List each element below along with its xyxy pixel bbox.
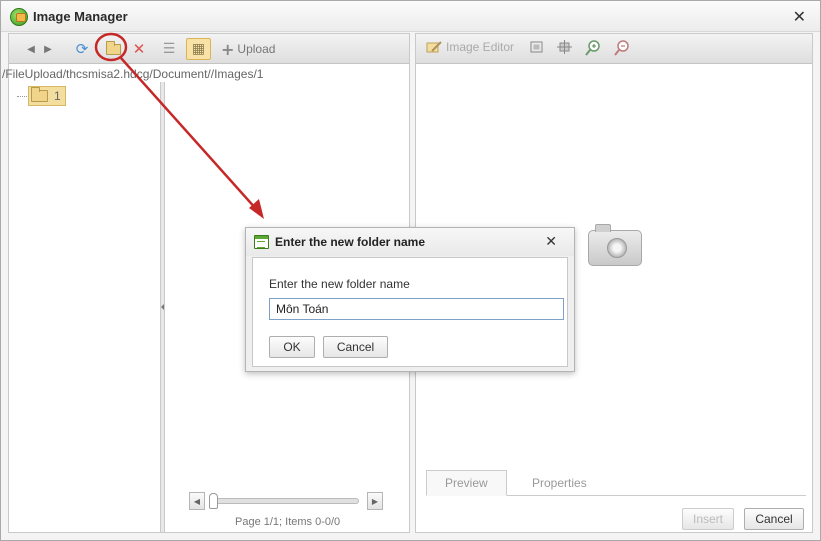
window-title: Image Manager — [33, 9, 128, 24]
upload-label: Upload — [237, 42, 276, 56]
folder-tree: 1 — [9, 82, 160, 532]
actual-size-button[interactable] — [557, 40, 572, 54]
collapse-arrow-icon[interactable] — [161, 304, 164, 310]
close-window-button[interactable]: ✕ — [793, 7, 806, 26]
plus-icon: + — [221, 39, 235, 59]
preview-toolbar: Image Editor — [416, 34, 812, 64]
dialog-cancel-button[interactable]: Cancel — [323, 336, 388, 358]
actual-size-icon — [557, 40, 572, 54]
folder-name-input[interactable] — [269, 298, 564, 320]
back-button[interactable]: ◀ — [25, 38, 37, 60]
delete-button[interactable]: ✕ — [131, 38, 147, 60]
insert-button[interactable]: Insert — [682, 508, 734, 530]
preview-tabs: Preview Properties — [426, 469, 806, 496]
zoom-in-button[interactable] — [585, 40, 601, 56]
pager-thumb[interactable] — [209, 493, 218, 509]
tree-folder-item[interactable]: 1 — [17, 86, 66, 106]
pane-splitter[interactable] — [160, 82, 165, 532]
image-editor-label: Image Editor — [446, 40, 515, 54]
tab-properties[interactable]: Properties — [514, 470, 605, 496]
camera-placeholder-icon — [588, 224, 642, 266]
new-folder-button[interactable] — [103, 38, 123, 60]
dialog-form-icon — [254, 235, 269, 249]
tree-folder-label: 1 — [54, 89, 61, 103]
new-folder-dialog: Enter the new folder name ✕ Enter the ne… — [245, 227, 575, 372]
list-view-button[interactable]: ☰ — [160, 38, 178, 60]
forward-button[interactable]: ▶ — [42, 38, 54, 60]
image-editor-button[interactable]: Image Editor — [426, 40, 514, 54]
chevron-left-icon: ◀ — [193, 496, 201, 506]
fit-icon — [530, 41, 543, 53]
folder-icon — [31, 87, 48, 102]
zoom-out-button[interactable] — [614, 40, 630, 56]
dialog-close-button[interactable]: ✕ — [545, 234, 557, 250]
editor-icon — [426, 40, 442, 52]
delete-icon: ✕ — [132, 40, 146, 58]
pager-track[interactable] — [209, 498, 359, 504]
dialog-title: Enter the new folder name — [275, 235, 426, 249]
list-view-icon: ☰ — [162, 41, 176, 57]
zoom-out-icon — [614, 40, 629, 56]
thumbnail-view-button[interactable]: ▦ — [186, 38, 211, 60]
page-info: Page 1/1; Items 0-0/0 — [235, 516, 341, 528]
refresh-icon: ⟳ — [75, 40, 89, 58]
folder-name-label: Enter the new folder name — [269, 277, 410, 291]
fit-button[interactable] — [529, 40, 544, 54]
dialog-title-bar: Enter the new folder name ✕ — [246, 228, 574, 256]
chevron-right-icon: ▶ — [371, 496, 379, 506]
arrow-left-icon: ◀ — [27, 43, 35, 55]
thumbnail-view-icon: ▦ — [191, 41, 206, 57]
pager-next-button[interactable]: ▶ — [367, 492, 383, 510]
new-folder-icon — [105, 40, 121, 55]
app-icon — [10, 8, 28, 26]
arrow-right-icon: ▶ — [44, 43, 52, 55]
pager-prev-button[interactable]: ◀ — [189, 492, 205, 510]
cancel-button[interactable]: Cancel — [744, 508, 804, 530]
tab-preview[interactable]: Preview — [426, 470, 507, 496]
zoom-in-icon — [585, 40, 600, 56]
upload-button[interactable]: + Upload — [221, 38, 281, 60]
ok-button[interactable]: OK — [269, 336, 315, 358]
refresh-button[interactable]: ⟳ — [73, 38, 91, 60]
dialog-body: Enter the new folder name OK Cancel — [252, 257, 568, 367]
file-toolbar: ◀ ▶ ⟳ ✕ ☰ ▦ + Upload — [9, 34, 409, 64]
title-bar: Image Manager ✕ — [1, 1, 820, 32]
pager-slider: ◀ ▶ — [189, 492, 389, 510]
path-breadcrumb: /FileUpload/thcsmisa2.hdcg/Document//Ima… — [2, 67, 264, 81]
